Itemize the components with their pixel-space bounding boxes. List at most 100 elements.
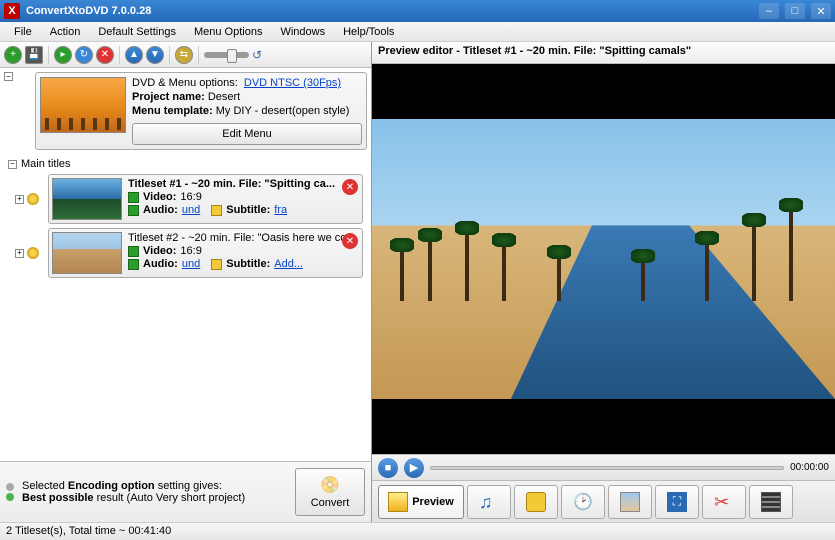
subtitle-icon [526,492,546,512]
dvd-options-label: DVD & Menu options: [132,77,238,89]
expander-title1[interactable]: + [15,195,24,204]
save-button[interactable]: 💾 [25,46,43,64]
video-label: Video: [143,245,176,257]
preview-title: Preview editor - Titleset #1 - ~20 min. … [372,42,835,64]
close-button[interactable]: ✕ [811,3,831,19]
move-up-button[interactable]: ▲ [125,46,143,64]
preview-icon [388,492,408,512]
tab-image[interactable] [608,485,652,519]
subtitle-link[interactable]: fra [274,204,287,216]
minimize-button[interactable]: – [759,3,779,19]
delete-title2-button[interactable]: ✕ [342,233,358,249]
menu-template-value: My DIY - desert(open style) [216,105,350,117]
time-display: 00:00:00 [790,462,829,473]
preview-viewport [372,64,835,454]
video-value: 16:9 [180,191,201,203]
image-icon [620,492,640,512]
video-value: 16:9 [180,245,201,257]
expander-main-titles[interactable]: − [8,160,17,169]
tab-cut[interactable]: ✂ [702,485,746,519]
video-icon [128,192,139,203]
tab-output[interactable]: ⛶ [655,485,699,519]
separator [198,46,199,64]
tab-chapters[interactable]: 🕑 [561,485,605,519]
chapters-icon: 🕑 [573,492,593,512]
convert-icon: 📀 [320,475,340,495]
video-label: Video: [143,191,176,203]
titlebar: X ConvertXtoDVD 7.0.0.28 – □ ✕ [0,0,835,22]
subtitle-icon [211,259,222,270]
audio-icon: ♫ [479,492,499,512]
enc-l2b: result (Auto Very short project) [94,492,246,504]
project-name-value: Desert [208,91,240,103]
titleset-2[interactable]: + Titleset #2 - ~20 min. File: "Oasis he… [48,228,363,278]
dvd-options-box: DVD & Menu options: DVD NTSC (30Fps) Pro… [35,72,367,150]
status-dot-grey [6,483,14,491]
editor-tabs: Preview ♫ 🕑 ⛶ ✂ [372,480,835,522]
player-controls: ■ ▶ 00:00:00 [372,454,835,480]
status-text: 2 Titleset(s), Total time ~ 00:41:40 [6,525,171,537]
preview-frame [372,119,835,399]
enc-l1a: Selected [22,480,68,492]
expander-dvd[interactable]: − [4,72,13,81]
project-tree: − DVD & Menu options: DVD NTSC (30Fps) P… [0,68,371,461]
merge-button[interactable]: ⇆ [175,46,193,64]
menu-file[interactable]: File [6,24,40,40]
refresh-button[interactable]: ↻ [75,46,93,64]
tab-preview[interactable]: Preview [378,485,464,519]
convert-label: Convert [311,497,350,509]
audio-link[interactable]: und [182,204,200,216]
maximize-button[interactable]: □ [785,3,805,19]
subtitle-label: Subtitle: [226,258,270,270]
menubar: File Action Default Settings Menu Option… [0,22,835,42]
audio-label: Audio: [143,204,178,216]
menu-windows[interactable]: Windows [272,24,333,40]
separator [48,46,49,64]
move-down-button[interactable]: ▼ [146,46,164,64]
dvd-format-link[interactable]: DVD NTSC (30Fps) [244,77,341,89]
delete-title1-button[interactable]: ✕ [342,179,358,195]
tab-video[interactable] [749,485,793,519]
toolbar: + 💾 ▸ ↻ ✕ ▲ ▼ ⇆ ↺ [0,42,371,68]
menu-action[interactable]: Action [42,24,89,40]
tab-preview-label: Preview [412,496,454,508]
window-title: ConvertXtoDVD 7.0.0.28 [26,5,759,17]
seek-bar[interactable] [430,466,784,470]
edit-menu-button[interactable]: Edit Menu [132,123,362,145]
enc-l2a: Best possible [22,492,94,504]
menu-template-label: Menu template: [132,105,213,117]
video-icon [761,492,781,512]
add-button[interactable]: + [4,46,22,64]
tab-audio[interactable]: ♫ [467,485,511,519]
project-name-label: Project name: [132,91,205,103]
title2-thumbnail [52,232,122,274]
subtitle-icon [211,205,222,216]
app-icon: X [4,3,20,19]
menu-menu-options[interactable]: Menu Options [186,24,270,40]
play-button[interactable]: ▸ [54,46,72,64]
output-icon: ⛶ [667,492,687,512]
play-button[interactable]: ▶ [404,458,424,478]
audio-label: Audio: [143,258,178,270]
size-slider[interactable] [204,52,249,58]
remove-button[interactable]: ✕ [96,46,114,64]
gear-icon[interactable] [27,247,39,259]
convert-button[interactable]: 📀 Convert [295,468,365,516]
statusbar: 2 Titleset(s), Total time ~ 00:41:40 [0,522,835,540]
title1-header: Titleset #1 - ~20 min. File: "Spitting c… [128,178,335,190]
main-titles-label: Main titles [21,158,71,170]
subtitle-add-link[interactable]: Add... [274,258,303,270]
separator [169,46,170,64]
slider-reset[interactable]: ↺ [252,48,262,62]
audio-link[interactable]: und [182,258,200,270]
menu-help-tools[interactable]: Help/Tools [335,24,402,40]
menu-default-settings[interactable]: Default Settings [90,24,184,40]
audio-icon [128,205,139,216]
enc-l1b: Encoding option [68,480,155,492]
subtitle-label: Subtitle: [226,204,270,216]
tab-subtitle[interactable] [514,485,558,519]
expander-title2[interactable]: + [15,249,24,258]
titleset-1[interactable]: + Titleset #1 - ~20 min. File: "Spitting… [48,174,363,224]
stop-button[interactable]: ■ [378,458,398,478]
gear-icon[interactable] [27,193,39,205]
